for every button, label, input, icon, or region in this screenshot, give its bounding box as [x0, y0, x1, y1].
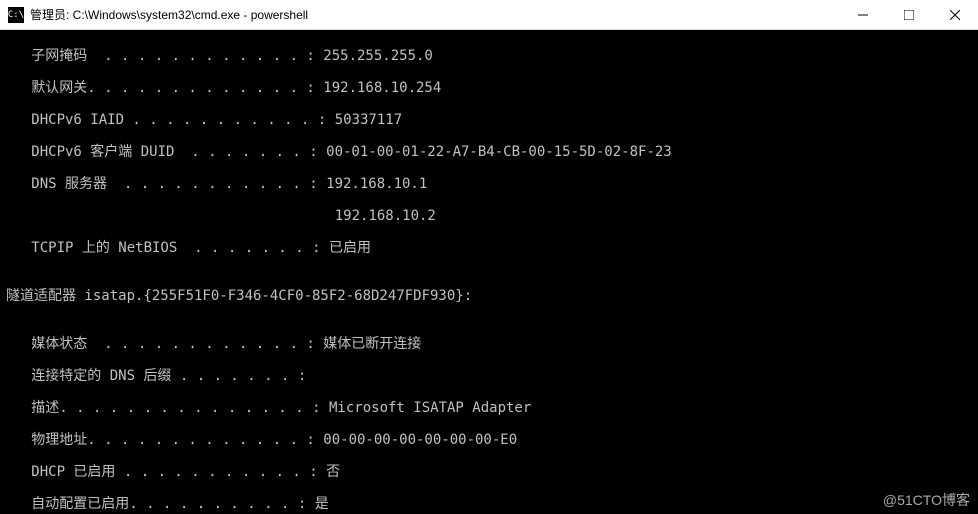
terminal-area[interactable]: 子网掩码 . . . . . . . . . . . . : 255.255.2…	[0, 30, 978, 514]
output-line: 媒体状态 . . . . . . . . . . . . : 媒体已断开连接	[6, 336, 972, 352]
minimize-button[interactable]	[840, 0, 886, 30]
output-line: 隧道适配器 isatap.{255F51F0-F346-4CF0-85F2-68…	[6, 288, 972, 304]
output-line: DHCP 已启用 . . . . . . . . . . . : 否	[6, 464, 972, 480]
maximize-icon	[904, 10, 914, 20]
output-line: 连接特定的 DNS 后缀 . . . . . . . :	[6, 368, 972, 384]
window-title: 管理员: C:\Windows\system32\cmd.exe - power…	[30, 6, 840, 23]
output-line: 物理地址. . . . . . . . . . . . . : 00-00-00…	[6, 432, 972, 448]
output-line: DHCPv6 IAID . . . . . . . . . . . : 5033…	[6, 112, 972, 128]
maximize-button[interactable]	[886, 0, 932, 30]
output-line: 自动配置已启用. . . . . . . . . . : 是	[6, 496, 972, 512]
output-line: 描述. . . . . . . . . . . . . . . : Micros…	[6, 400, 972, 416]
close-button[interactable]	[932, 0, 978, 30]
close-icon	[950, 10, 960, 20]
minimize-icon	[858, 10, 868, 20]
output-line: TCPIP 上的 NetBIOS . . . . . . . : 已启用	[6, 240, 972, 256]
watermark: @51CTO博客	[883, 492, 970, 508]
output-line: 默认网关. . . . . . . . . . . . . : 192.168.…	[6, 80, 972, 96]
window-controls	[840, 0, 978, 29]
cmd-icon: C:\	[8, 7, 24, 23]
output-line: DHCPv6 客户端 DUID . . . . . . . : 00-01-00…	[6, 144, 972, 160]
cmd-window: C:\ 管理员: C:\Windows\system32\cmd.exe - p…	[0, 0, 978, 514]
output-line: 子网掩码 . . . . . . . . . . . . : 255.255.2…	[6, 48, 972, 64]
output-line: DNS 服务器 . . . . . . . . . . . : 192.168.…	[6, 176, 972, 192]
titlebar[interactable]: C:\ 管理员: C:\Windows\system32\cmd.exe - p…	[0, 0, 978, 30]
output-line: 192.168.10.2	[6, 208, 972, 224]
